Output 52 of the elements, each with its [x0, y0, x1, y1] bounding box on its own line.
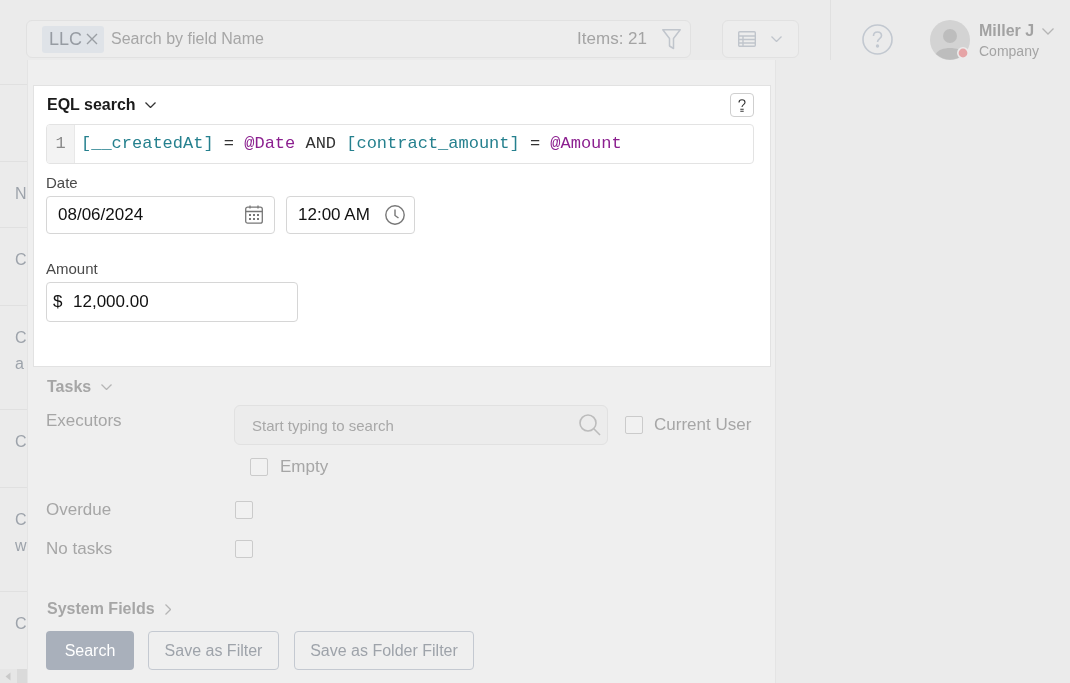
field-label: No tasks: [46, 539, 113, 559]
table-cell-text: C a: [15, 328, 27, 374]
checkbox-label: Current User: [654, 415, 752, 435]
checkbox[interactable]: [250, 458, 268, 476]
table-cell-text: C: [15, 250, 27, 270]
time-field[interactable]: 12:00 AM: [286, 196, 415, 234]
line-number: 1: [55, 133, 66, 155]
tasks-toggle[interactable]: Tasks: [46, 377, 113, 397]
chevron-down-icon: [771, 36, 782, 42]
currency-symbol: $: [53, 292, 63, 312]
avatar-icon[interactable]: [930, 20, 970, 60]
eql-query[interactable]: [__createdAt] = @Date AND [contract_amount] = @Amount: [75, 125, 622, 163]
eql-search-toggle[interactable]: EQL search: [46, 95, 156, 115]
executor-search-field[interactable]: Start typing to search: [234, 405, 608, 445]
table-cell-text: C: [15, 614, 27, 634]
field-label: Overdue: [46, 500, 112, 520]
checkbox-label: Empty: [280, 457, 329, 477]
scrollbar[interactable]: [0, 669, 27, 683]
code-editor[interactable]: 1 [__createdAt] = @Date AND [contract_amount] = @Amount: [46, 124, 754, 164]
status-dot-icon: [957, 47, 969, 59]
table-icon: [738, 31, 756, 47]
help-icon[interactable]: [862, 24, 893, 55]
search-field[interactable]: LLC Search by field Name Items: 21: [26, 20, 691, 58]
save-button[interactable]: Save as Folder Filter: [294, 631, 474, 670]
search-button[interactable]: Search: [46, 631, 134, 670]
chevron-down-icon[interactable]: [1042, 27, 1055, 35]
search-icon[interactable]: [579, 414, 601, 436]
clock-icon[interactable]: [385, 205, 405, 225]
date-field[interactable]: 08/06/2024: [46, 196, 275, 234]
view-button[interactable]: [722, 20, 799, 58]
system-fields-toggle[interactable]: System Fields: [46, 599, 171, 619]
search-input[interactable]: Search by field Name: [111, 26, 578, 52]
table-cell-text: C w: [15, 510, 27, 556]
checkbox[interactable]: [235, 540, 253, 558]
field-label: Amount: [46, 260, 98, 278]
field-label: Executors: [46, 410, 122, 431]
filter-icon[interactable]: [662, 28, 681, 50]
column-header: N: [15, 184, 27, 204]
field-label: Date: [46, 174, 78, 192]
checkbox[interactable]: [625, 416, 643, 434]
help-button[interactable]: [730, 93, 754, 117]
company-name: Company: [979, 42, 1039, 60]
user-name[interactable]: Miller J: [979, 21, 1035, 41]
calendar-icon[interactable]: [245, 205, 263, 224]
help-icon: [738, 98, 746, 112]
save-button[interactable]: Save as Filter: [148, 631, 279, 670]
close-icon[interactable]: [86, 33, 99, 45]
checkbox[interactable]: [235, 501, 253, 519]
filter-tag[interactable]: LLC: [42, 25, 105, 53]
left-arrow-icon[interactable]: [5, 672, 11, 681]
table-cell-text: C: [15, 432, 27, 452]
items-count: Items: 21: [577, 29, 647, 49]
